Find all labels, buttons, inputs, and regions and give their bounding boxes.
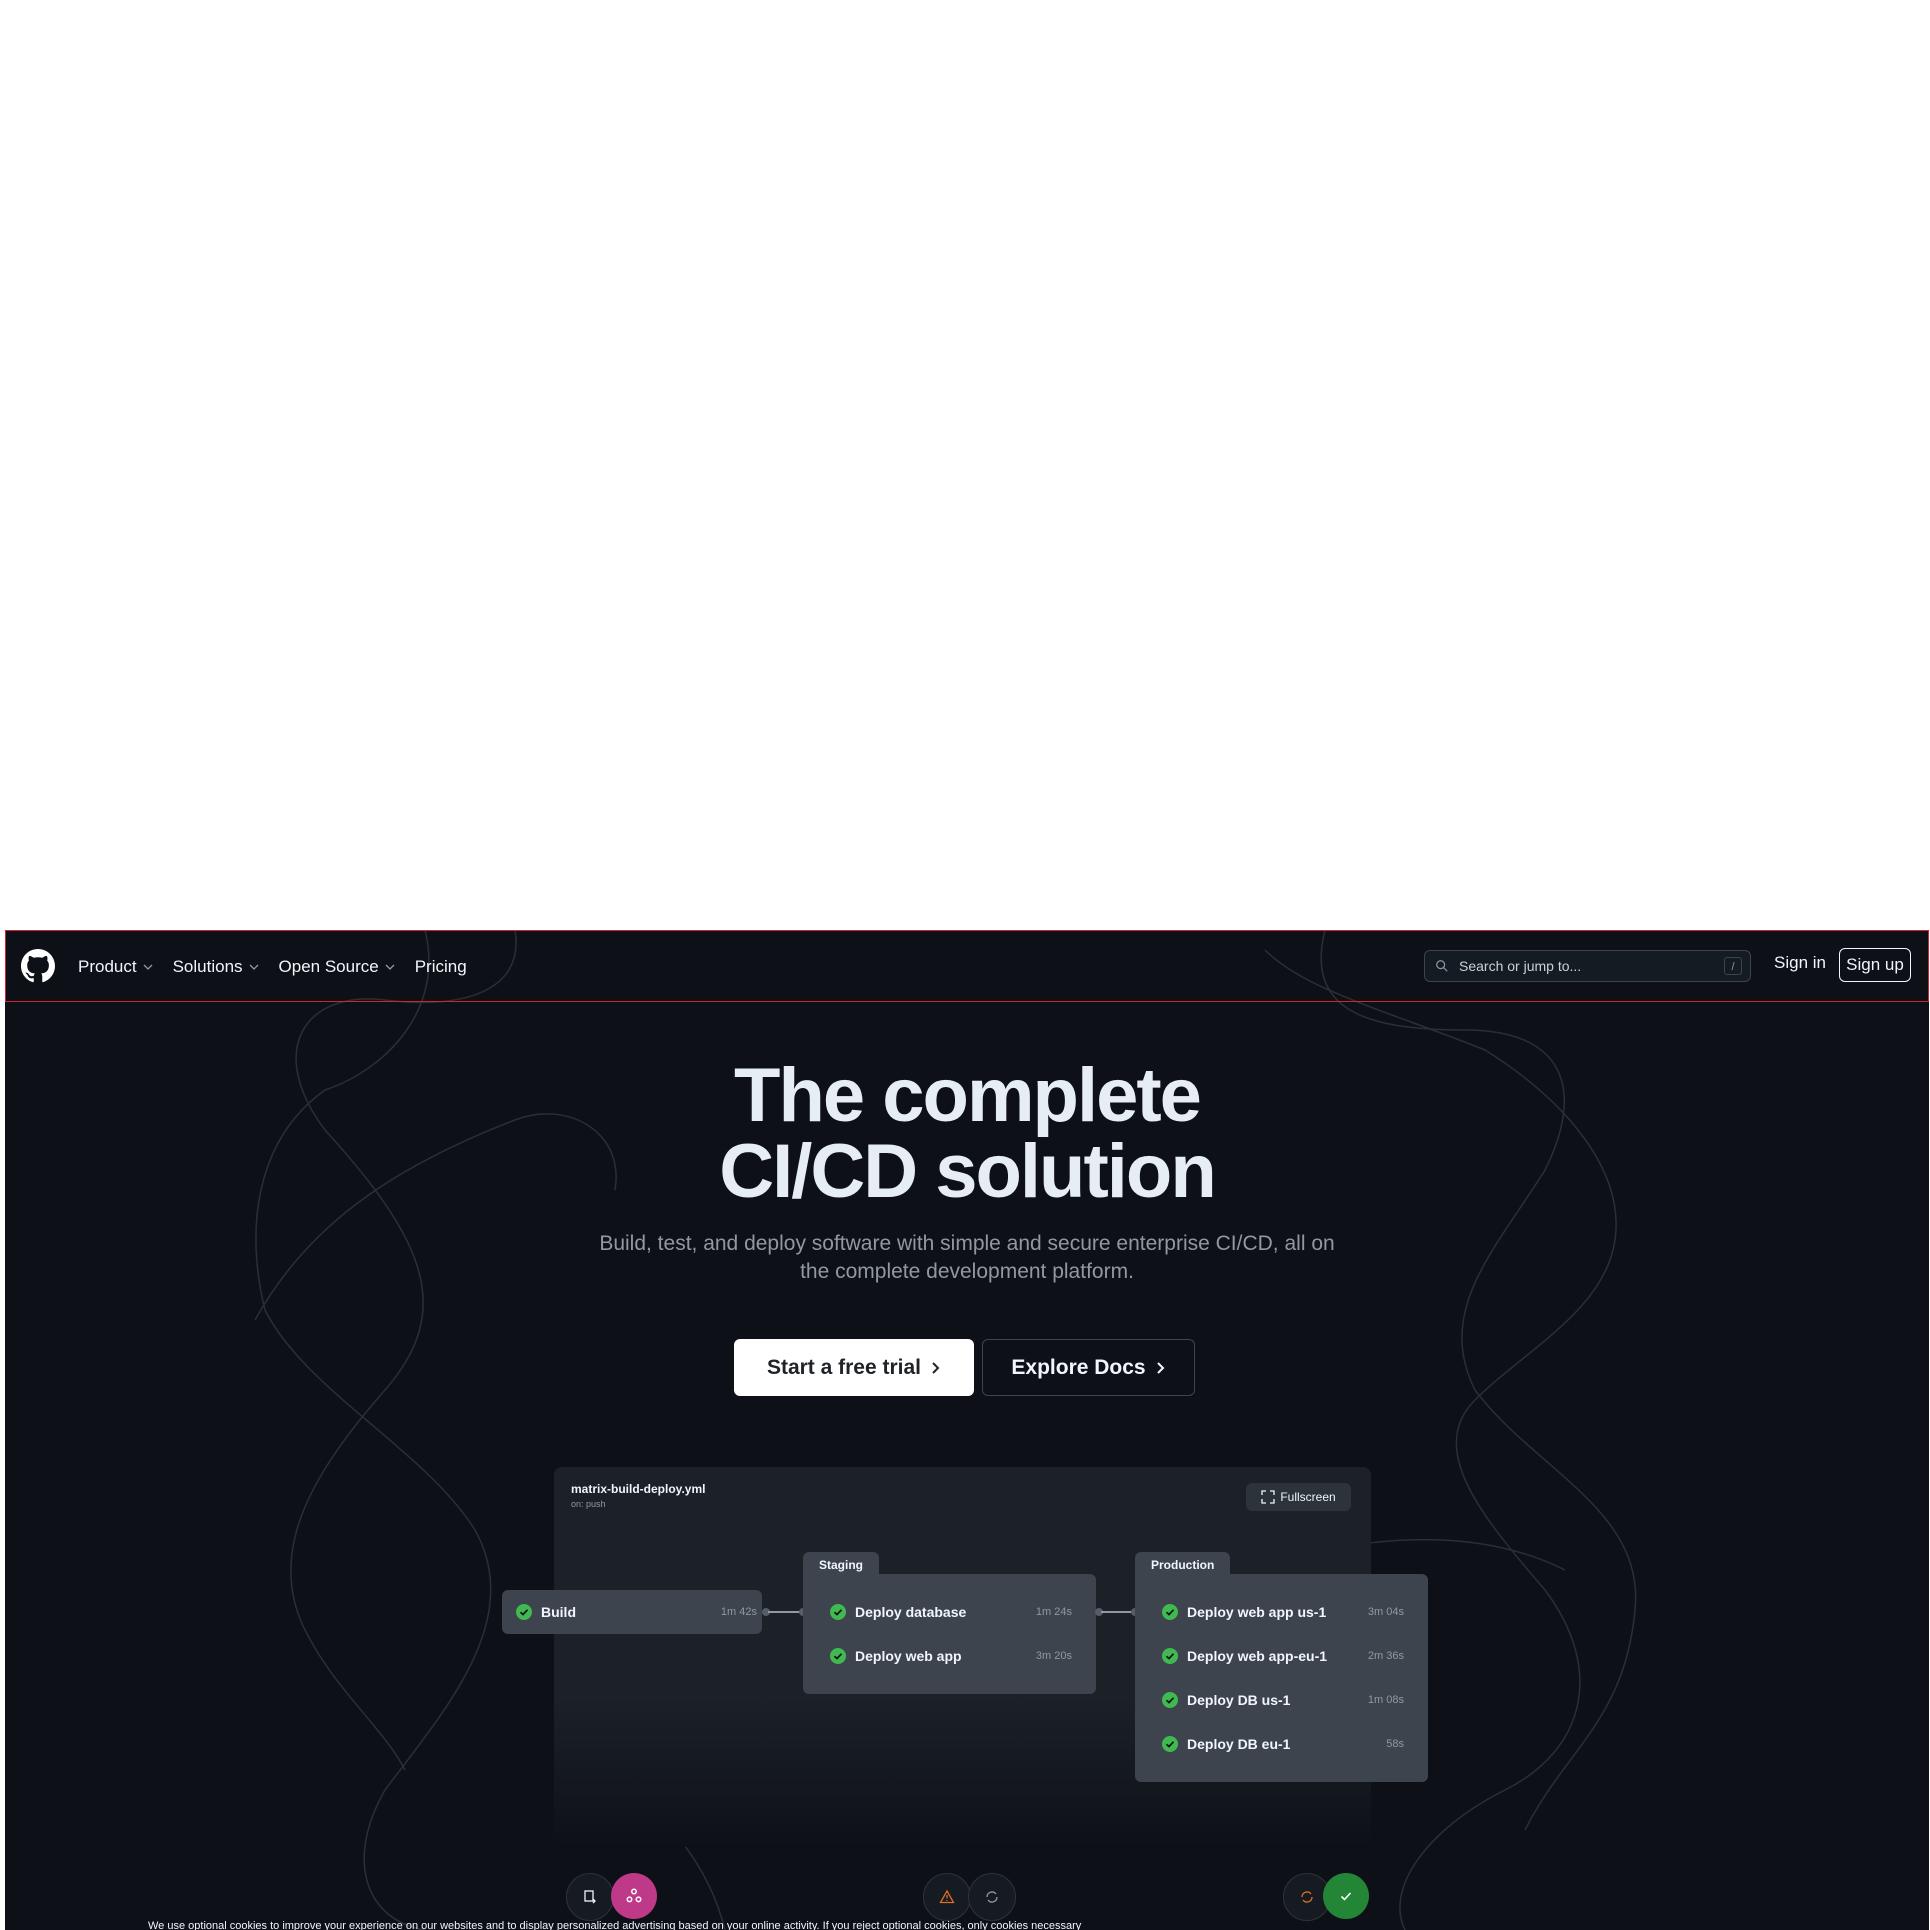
nav-pricing[interactable]: Pricing bbox=[415, 957, 467, 977]
sign-up-button[interactable]: Sign up bbox=[1839, 948, 1911, 982]
sync-icon bbox=[968, 1873, 1016, 1921]
start-free-trial-button[interactable]: Start a free trial bbox=[734, 1339, 974, 1396]
search-icon bbox=[1436, 960, 1448, 972]
workflow-file-name: matrix-build-deploy.yml bbox=[571, 1482, 706, 1496]
nav-open-source-label: Open Source bbox=[278, 957, 379, 976]
chevron-right-icon bbox=[932, 1361, 940, 1374]
search-input[interactable] bbox=[1457, 957, 1721, 975]
nav-open-source[interactable]: Open Source bbox=[279, 957, 395, 977]
hero-subtitle: Build, test, and deploy software with si… bbox=[599, 1232, 1335, 1283]
chevron-down-icon bbox=[249, 964, 258, 970]
staging-label: Staging bbox=[803, 1552, 879, 1576]
job-build-row: Build bbox=[516, 1602, 576, 1622]
hero-title-line-1: The complete bbox=[734, 1053, 1202, 1138]
job-duration: 1m 08s bbox=[1367, 1694, 1404, 1706]
check-circle-icon bbox=[1162, 1736, 1178, 1752]
nav-product-label: Product bbox=[78, 957, 137, 976]
github-logo-icon[interactable] bbox=[21, 949, 55, 983]
job-duration: 1m 24s bbox=[1035, 1606, 1072, 1618]
job-deploy-database[interactable]: Deploy database bbox=[830, 1602, 966, 1622]
fullscreen-icon bbox=[1261, 1490, 1275, 1504]
job-duration: 58s bbox=[1386, 1738, 1404, 1750]
explore-docs-button[interactable]: Explore Docs bbox=[982, 1339, 1195, 1396]
check-circle-icon bbox=[830, 1648, 846, 1664]
search-shortcut-key: / bbox=[1724, 957, 1742, 975]
job-deploy-web-app-us-1[interactable]: Deploy web app us-1 bbox=[1162, 1602, 1326, 1622]
job-name: Deploy DB eu-1 bbox=[1187, 1736, 1291, 1752]
explore-docs-label: Explore Docs bbox=[1011, 1355, 1146, 1379]
check-icon bbox=[1323, 1873, 1369, 1919]
job-name: Deploy database bbox=[855, 1604, 967, 1620]
connector-line bbox=[1101, 1611, 1135, 1613]
main-nav: Product Solutions Open Source Pricing bbox=[78, 931, 467, 1003]
start-free-trial-label: Start a free trial bbox=[766, 1355, 922, 1379]
alert-icon bbox=[923, 1873, 971, 1921]
chevron-down-icon bbox=[385, 964, 395, 970]
nav-solutions-label: Solutions bbox=[172, 957, 243, 976]
chevron-down-icon bbox=[143, 964, 153, 970]
job-duration: 3m 04s bbox=[1367, 1606, 1404, 1618]
fullscreen-button[interactable]: Fullscreen bbox=[1246, 1483, 1351, 1511]
job-duration: 1m 42s bbox=[720, 1606, 757, 1618]
nav-solutions[interactable]: Solutions bbox=[173, 957, 259, 977]
check-circle-icon bbox=[830, 1604, 846, 1620]
job-name: Build bbox=[541, 1604, 576, 1620]
top-navigation: Product Solutions Open Source Pricing / … bbox=[5, 930, 1929, 1002]
check-circle-icon bbox=[516, 1604, 532, 1620]
job-deploy-web-app-eu-1[interactable]: Deploy web app-eu-1 bbox=[1162, 1646, 1327, 1666]
pull-request-icon bbox=[566, 1873, 614, 1921]
job-name: Deploy web app bbox=[855, 1648, 962, 1664]
job-deploy-web-app[interactable]: Deploy web app bbox=[830, 1646, 962, 1666]
job-deploy-db-eu-1[interactable]: Deploy DB eu-1 bbox=[1162, 1734, 1290, 1754]
chevron-right-icon bbox=[1156, 1361, 1165, 1374]
staging-group bbox=[803, 1574, 1096, 1694]
nav-product[interactable]: Product bbox=[78, 957, 153, 977]
check-circle-icon bbox=[1162, 1604, 1178, 1620]
job-deploy-db-us-1[interactable]: Deploy DB us-1 bbox=[1162, 1690, 1290, 1710]
job-name: Deploy DB us-1 bbox=[1187, 1692, 1291, 1708]
hero-section: Product Solutions Open Source Pricing / … bbox=[5, 930, 1929, 1930]
check-circle-icon bbox=[1162, 1648, 1178, 1664]
search-box[interactable]: / bbox=[1424, 950, 1751, 982]
production-label: Production bbox=[1135, 1552, 1231, 1576]
job-name: Deploy web app us-1 bbox=[1187, 1604, 1327, 1620]
sign-in-link[interactable]: Sign in bbox=[1774, 953, 1826, 973]
job-name: Deploy web app-eu-1 bbox=[1187, 1648, 1328, 1664]
nav-pricing-label: Pricing bbox=[414, 957, 467, 976]
connector-line bbox=[768, 1611, 803, 1613]
cookie-banner-text: We use optional cookies to improve your … bbox=[148, 1920, 1082, 1930]
fullscreen-label: Fullscreen bbox=[1280, 1490, 1336, 1504]
hero-title-line-2: CI/CD solution bbox=[719, 1129, 1217, 1214]
webhook-icon bbox=[611, 1873, 657, 1919]
job-duration: 2m 36s bbox=[1367, 1650, 1404, 1662]
job-duration: 3m 20s bbox=[1035, 1650, 1072, 1662]
workflow-trigger: on: push bbox=[571, 1499, 606, 1509]
check-circle-icon bbox=[1162, 1692, 1178, 1708]
